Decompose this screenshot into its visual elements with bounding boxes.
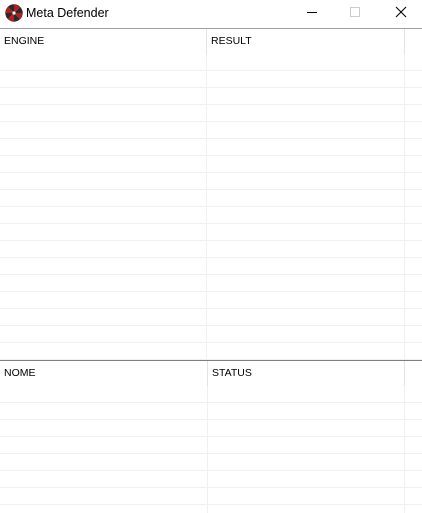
table-row[interactable] bbox=[0, 386, 422, 403]
column-header-nome[interactable]: NOME bbox=[0, 361, 207, 386]
table-row[interactable] bbox=[0, 420, 422, 437]
table-row[interactable] bbox=[0, 139, 422, 156]
status-grid-body[interactable] bbox=[0, 386, 422, 513]
title-bar[interactable]: Meta Defender bbox=[0, 0, 422, 28]
window-title: Meta Defender bbox=[26, 6, 109, 20]
table-row[interactable] bbox=[0, 88, 422, 105]
table-row[interactable] bbox=[0, 241, 422, 258]
engines-grid-body[interactable] bbox=[0, 54, 422, 361]
meta-defender-window: Meta Defender ENGINE RESULT NOME STATUS bbox=[0, 0, 422, 513]
table-row[interactable] bbox=[0, 156, 422, 173]
engines-grid-header: ENGINE RESULT bbox=[0, 29, 422, 54]
table-row[interactable] bbox=[0, 488, 422, 505]
table-row[interactable] bbox=[0, 275, 422, 292]
maximize-icon bbox=[350, 7, 360, 17]
table-row[interactable] bbox=[0, 173, 422, 190]
table-row[interactable] bbox=[0, 326, 422, 343]
minimize-icon bbox=[307, 12, 317, 13]
column-header-status[interactable]: STATUS bbox=[208, 361, 404, 386]
table-row[interactable] bbox=[0, 309, 422, 326]
table-row[interactable] bbox=[0, 343, 422, 360]
table-row[interactable] bbox=[0, 54, 422, 71]
column-header-engine[interactable]: ENGINE bbox=[0, 29, 206, 54]
table-row[interactable] bbox=[0, 71, 422, 88]
table-row[interactable] bbox=[0, 105, 422, 122]
table-row[interactable] bbox=[0, 224, 422, 241]
column-divider[interactable] bbox=[404, 29, 405, 54]
table-row[interactable] bbox=[0, 258, 422, 275]
umbrella-logo-icon bbox=[5, 4, 23, 22]
table-row[interactable] bbox=[0, 122, 422, 139]
minimize-button[interactable] bbox=[289, 0, 335, 28]
table-row[interactable] bbox=[0, 190, 422, 207]
table-row[interactable] bbox=[0, 437, 422, 454]
engines-grid[interactable]: ENGINE RESULT bbox=[0, 28, 422, 361]
table-row[interactable] bbox=[0, 454, 422, 471]
table-row[interactable] bbox=[0, 207, 422, 224]
table-row[interactable] bbox=[0, 403, 422, 420]
close-icon bbox=[395, 6, 407, 18]
close-button[interactable] bbox=[378, 0, 422, 28]
status-grid-header: NOME STATUS bbox=[0, 361, 422, 386]
status-grid[interactable]: NOME STATUS bbox=[0, 360, 422, 513]
table-row[interactable] bbox=[0, 471, 422, 488]
column-header-result[interactable]: RESULT bbox=[207, 29, 404, 54]
table-row[interactable] bbox=[0, 292, 422, 309]
maximize-button[interactable] bbox=[332, 0, 378, 28]
column-divider[interactable] bbox=[404, 361, 405, 386]
